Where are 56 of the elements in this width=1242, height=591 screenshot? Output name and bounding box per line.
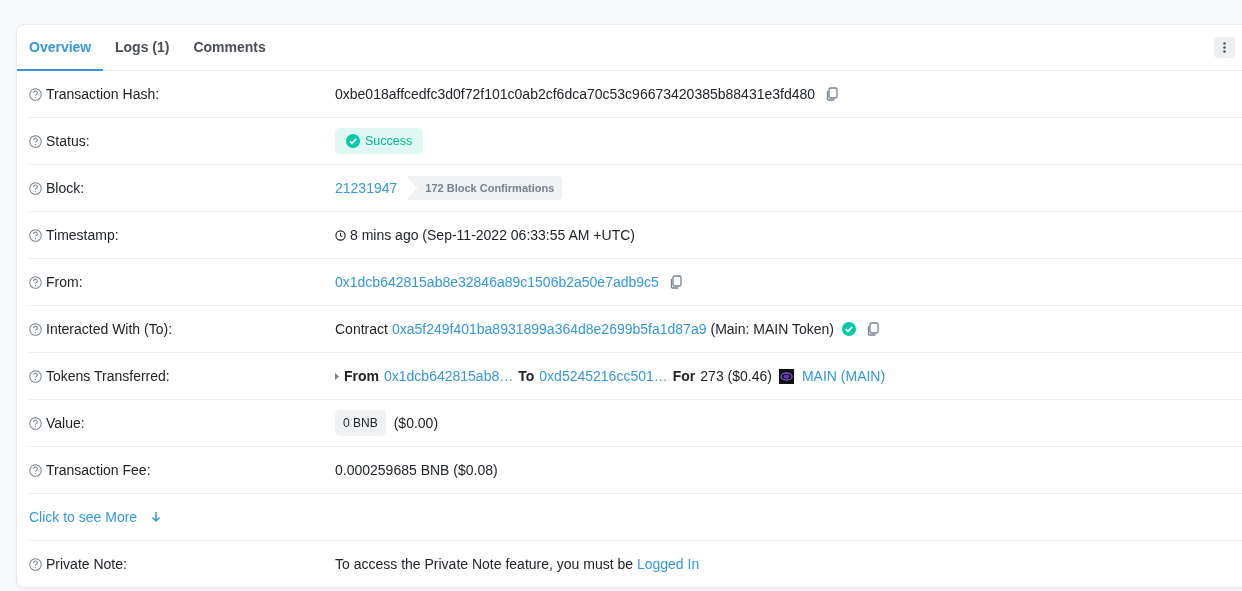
- field-value: (Main: MAIN Token): [710, 321, 834, 337]
- more-menu-button[interactable]: [1214, 37, 1235, 58]
- login-link[interactable]: Logged In: [636, 556, 700, 572]
- token-logo-icon: [778, 368, 794, 384]
- help-icon[interactable]: [29, 322, 42, 336]
- help-icon[interactable]: [29, 275, 42, 289]
- field-label: Tokens Transferred:: [46, 368, 170, 384]
- help-icon[interactable]: [29, 463, 42, 477]
- help-icon[interactable]: [29, 87, 42, 101]
- address-link[interactable]: 0x1dcb642815ab8…: [384, 368, 514, 384]
- copy-icon[interactable]: [865, 322, 879, 336]
- field-value: 273 ($0.46): [700, 368, 772, 384]
- field-value: From: [344, 368, 379, 384]
- field-value: For: [672, 368, 696, 384]
- caret-icon[interactable]: [335, 372, 339, 380]
- field-label: Status:: [46, 133, 90, 149]
- clock-icon: [335, 229, 346, 241]
- address-link[interactable]: 0x1dcb642815ab8e32846a89c1506b2a50e7adb9c5: [335, 274, 659, 290]
- field-label: Private Note:: [46, 556, 127, 572]
- help-icon[interactable]: [29, 228, 42, 242]
- address-link[interactable]: 0xd5245216cc501…: [539, 368, 668, 384]
- note-text: To access the Private Note feature, you must be Logged In: [335, 556, 700, 572]
- copy-icon[interactable]: [825, 87, 839, 101]
- see-more-link[interactable]: Click to see More: [29, 509, 162, 525]
- address-link[interactable]: 0xa5f249f401ba8931899a364d8e2699b5fa1d87a9: [391, 321, 707, 337]
- field-value: To: [518, 368, 535, 384]
- check-circle-icon: [346, 134, 360, 148]
- amount-chip: 0 BNB: [335, 410, 386, 436]
- help-icon[interactable]: [29, 369, 42, 383]
- tab[interactable]: Overview: [17, 25, 103, 71]
- copy-icon[interactable]: [668, 275, 682, 289]
- field-value: 0.000259685 BNB ($0.08): [335, 462, 498, 478]
- field-label: Transaction Fee:: [46, 462, 151, 478]
- address-link[interactable]: MAIN (MAIN): [801, 368, 886, 384]
- verified-icon: [841, 322, 856, 336]
- field-value: 0xbe018affcedfc3d0f72f101c0ab2cf6dca70c53c96673420385b88431e3fd480: [335, 86, 816, 102]
- field-label: Timestamp:: [46, 227, 119, 243]
- field-value: Contract: [335, 321, 388, 337]
- arrow-down-icon: [151, 511, 162, 523]
- help-icon[interactable]: [29, 181, 42, 195]
- field-label: Block:: [46, 180, 85, 196]
- help-icon[interactable]: [29, 557, 42, 571]
- tab[interactable]: Comments: [181, 25, 278, 71]
- field-label: Interacted With (To):: [46, 321, 173, 337]
- help-icon[interactable]: [29, 416, 42, 430]
- field-label: From:: [46, 274, 83, 290]
- help-icon[interactable]: [29, 134, 42, 148]
- confirmations-badge: 172 Block Confirmations: [406, 176, 563, 200]
- field-value: ($0.00): [393, 415, 439, 431]
- tab[interactable]: Logs (1): [103, 25, 182, 71]
- status-badge: Success: [335, 128, 424, 154]
- vertical-dots-icon: [1223, 42, 1226, 53]
- field-label: Transaction Hash:: [46, 86, 160, 102]
- address-link[interactable]: 21231947: [335, 180, 398, 196]
- field-label: Value:: [46, 415, 85, 431]
- field-value: 8 mins ago (Sep-11-2022 06:33:55 AM +UTC): [350, 227, 635, 243]
